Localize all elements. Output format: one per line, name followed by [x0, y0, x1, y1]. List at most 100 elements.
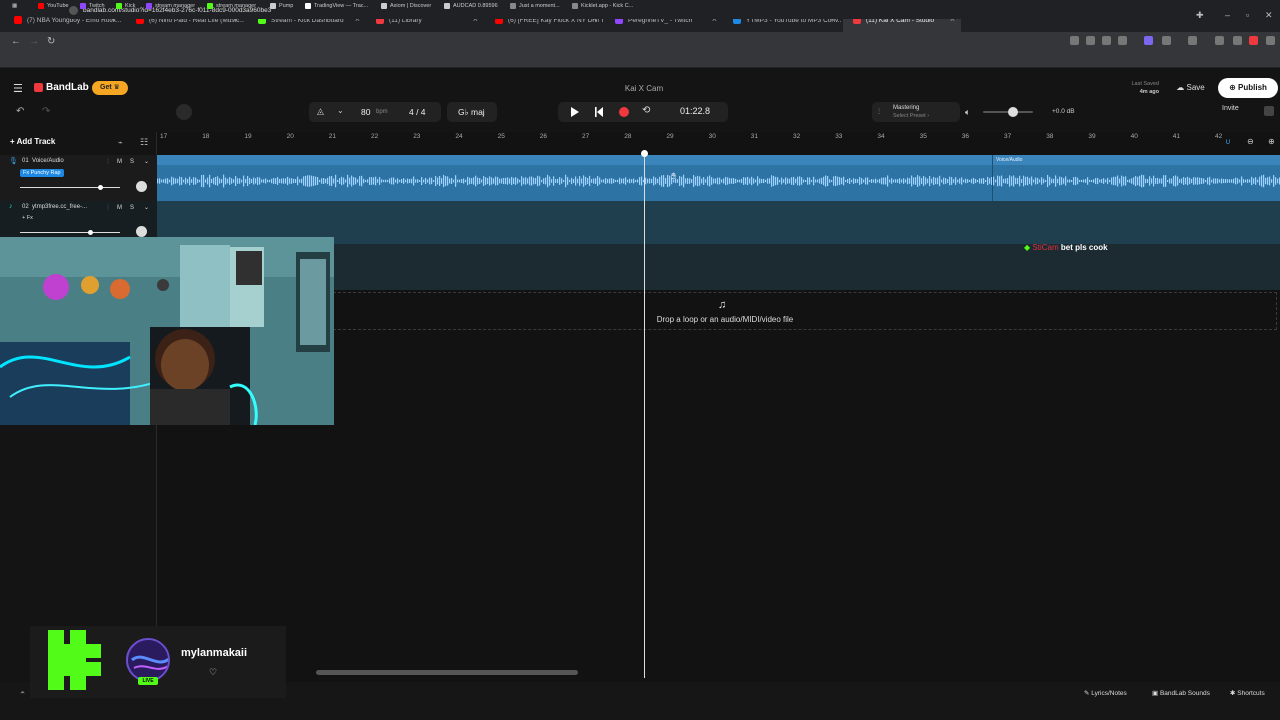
maximize-icon[interactable]: ▫ — [1246, 10, 1249, 20]
track-header-1[interactable]: 🎙︎ 01 Voice/Audio Fx Punchy Rap ⋮ M S ⌄ — [0, 155, 157, 201]
track-2-number: 02 — [22, 204, 29, 210]
shortcuts-button[interactable]: ✱ Shortcuts — [1230, 689, 1265, 697]
bookmark-item[interactable]: AUDCAD 0.89596 — [444, 3, 498, 9]
new-tab-icon[interactable]: ✚ — [1196, 10, 1204, 21]
track-1-pan-knob[interactable] — [136, 181, 147, 192]
lyrics-notes-button[interactable]: ✎ Lyrics/Notes — [1084, 689, 1127, 697]
add-track-button[interactable]: + Add Track — [10, 137, 55, 146]
bpm-value[interactable]: 80 — [361, 107, 370, 117]
bookmark-label: AUDCAD 0.89596 — [453, 3, 498, 9]
track-2-mute-button[interactable]: M — [117, 205, 122, 211]
bookmark-item[interactable]: TradingView — Trac... — [305, 3, 368, 9]
tuning-fork-icon[interactable]: ⌁ — [118, 138, 123, 147]
horizontal-scrollbar[interactable] — [316, 670, 578, 675]
bandlab-sounds-button[interactable]: ▣ BandLab Sounds — [1152, 689, 1210, 697]
playhead-handle[interactable] — [641, 150, 648, 157]
forward-icon[interactable]: → — [29, 36, 39, 47]
bookmark-item[interactable]: Axiom | Discover — [381, 3, 431, 9]
track-2-volume-knob[interactable] — [88, 230, 93, 235]
track-2-title[interactable]: 02 ytmp3free.cc_free-... — [22, 204, 87, 210]
metronome-icon[interactable]: ◬ — [317, 106, 324, 117]
reload-icon[interactable]: ↻ — [47, 36, 55, 47]
track-1-volume-slider[interactable] — [20, 187, 120, 188]
drop-zone[interactable] — [333, 292, 1277, 330]
skip-to-start-icon[interactable] — [595, 107, 603, 117]
record-button[interactable] — [619, 107, 629, 117]
hamburger-menu-icon[interactable]: ☰ — [13, 82, 23, 95]
time-signature[interactable]: 4 / 4 — [409, 107, 426, 117]
last-saved: Last Saved 4m ago — [1115, 80, 1159, 96]
extension-icon[interactable] — [1086, 36, 1095, 45]
shortcuts-label: Shortcuts — [1237, 690, 1265, 697]
track-1-chevron-icon[interactable]: ⌄ — [144, 158, 149, 165]
crown-icon: ♛ — [113, 84, 120, 91]
bookmark-item[interactable]: Pump — [270, 3, 293, 9]
bookmark-item[interactable]: Twitch — [80, 3, 105, 9]
mixer-icon[interactable]: ☷ — [140, 137, 148, 148]
project-title[interactable]: Kai X Cam — [580, 84, 708, 93]
ruler-bar-number: 41 — [1172, 133, 1181, 140]
extension-icon[interactable] — [1162, 36, 1171, 45]
undo-icon[interactable]: ↶ — [16, 106, 24, 117]
extension-icon[interactable] — [1144, 36, 1153, 45]
track-2-chevron-icon[interactable]: ⌄ — [144, 204, 149, 211]
sidepanel-icon[interactable] — [1188, 36, 1197, 45]
metronome-mini-icon[interactable] — [176, 104, 192, 120]
track-2-menu-icon[interactable]: ⋮ — [105, 204, 111, 211]
zoom-in-icon[interactable]: ⊕ — [1268, 137, 1275, 146]
play-icon[interactable] — [571, 107, 579, 117]
notification-icon[interactable] — [1264, 106, 1274, 116]
track-2-volume-slider[interactable] — [20, 232, 120, 233]
minimize-icon[interactable]: – — [1225, 10, 1230, 20]
track-1-fx-chip[interactable]: Fx Punchy Rap — [20, 169, 64, 177]
chevron-down-icon[interactable]: ⌄ — [337, 106, 344, 115]
collapse-icon[interactable]: ⏶ — [20, 689, 25, 697]
get-membership-button[interactable]: Get ♛ — [92, 81, 128, 95]
publish-button[interactable]: ⊕ Publish — [1218, 78, 1278, 98]
mastering-button[interactable]: ⫶ Mastering Select Preset › — [872, 102, 960, 122]
track-1-title[interactable]: 01 Voice/Audio — [22, 158, 64, 164]
track-2-solo-button[interactable]: S — [130, 205, 134, 211]
apps-grid-icon[interactable]: ▦ — [12, 3, 17, 9]
bookmark-item[interactable]: YouTube — [38, 3, 69, 9]
back-icon[interactable]: ← — [11, 36, 21, 47]
zoom-icon[interactable] — [1102, 36, 1111, 45]
track-2-pan-knob[interactable] — [136, 226, 147, 237]
loop-icon[interactable]: ⟲ — [642, 105, 650, 116]
save-button[interactable]: ☁ Save — [1168, 79, 1213, 97]
bookmark-item[interactable]: Kick — [116, 3, 135, 9]
audio-clip[interactable] — [992, 155, 1280, 201]
bookmark-item[interactable]: stream manager — [146, 3, 195, 9]
playhead[interactable] — [644, 150, 645, 678]
track-1-menu-icon[interactable]: ⋮ — [105, 158, 111, 165]
bookmarks-bar — [0, 52, 1280, 68]
speaker-icon[interactable]: 🔈︎ — [965, 107, 970, 118]
bookmark-item[interactable]: Just a moment... — [510, 3, 560, 9]
track-1-solo-button[interactable]: S — [130, 159, 134, 165]
extension-icon[interactable] — [1070, 36, 1079, 45]
site-info-icon[interactable] — [69, 6, 78, 15]
audio-track-icon: ♪ — [9, 203, 13, 210]
menu-kebab-icon[interactable] — [1266, 36, 1275, 45]
bookmark-item[interactable]: stream manager — [207, 3, 256, 9]
invite-button[interactable]: Invite — [1222, 105, 1239, 112]
close-window-icon[interactable]: ✕ — [1265, 10, 1273, 21]
extension-icon[interactable] — [1233, 36, 1242, 45]
track-1-volume-knob[interactable] — [98, 185, 103, 190]
master-volume-knob[interactable] — [1008, 107, 1018, 117]
gem-icon: ◆ — [1024, 243, 1031, 252]
globe-icon: ⊕ — [1229, 83, 1236, 92]
bandlab-logo[interactable]: BandLab — [34, 82, 89, 93]
track-2-add-fx[interactable]: + Fx — [22, 215, 33, 221]
download-icon[interactable] — [1215, 36, 1224, 45]
redo-icon[interactable]: ↷ — [42, 106, 50, 117]
last-saved-label: Last Saved — [1131, 81, 1159, 87]
bookmark-item[interactable]: Kicklet.app - Kick C... — [572, 3, 633, 9]
key-select[interactable]: G♭ maj — [458, 107, 485, 118]
timeline-ruler[interactable] — [157, 132, 1280, 146]
bookmark-star-icon[interactable] — [1118, 36, 1127, 45]
extension-icon[interactable] — [1249, 36, 1258, 45]
zoom-out-icon[interactable]: ⊖ — [1247, 137, 1254, 146]
track-1-mute-button[interactable]: M — [117, 159, 122, 165]
magnet-snap-icon[interactable]: ∪ — [1225, 137, 1231, 146]
